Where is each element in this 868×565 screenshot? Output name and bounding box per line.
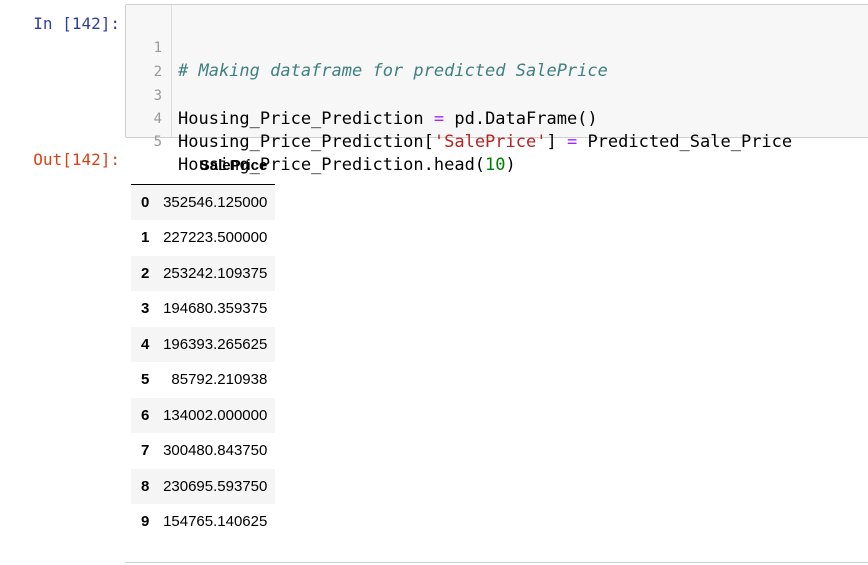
table-row: 9 154765.140625	[131, 504, 275, 540]
row-index: 1	[141, 229, 150, 246]
row-index: 3	[141, 300, 150, 317]
row-index: 9	[141, 513, 150, 530]
dataframe-table: SalePrice 0 352546.125000 1 227223.50000…	[131, 148, 276, 540]
cell-saleprice: 154765.140625	[163, 513, 268, 530]
cell-saleprice: 85792.210938	[171, 371, 268, 388]
code-text: Housing_Price_Prediction = pd.DataFrame(…	[178, 108, 598, 131]
column-header-saleprice: SalePrice	[155, 148, 276, 185]
code-string: 'SalePrice'	[433, 132, 547, 152]
index-header	[131, 148, 156, 185]
table-header-row: SalePrice	[131, 148, 276, 185]
table-row: 8 230695.593750	[131, 468, 276, 504]
code-line-1: 1 # Making dataframe for predicted SaleP…	[126, 14, 608, 81]
cell-divider	[125, 562, 868, 563]
code-text: # Making dataframe for predicted SalePri…	[178, 60, 608, 83]
row-index: 2	[141, 264, 150, 282]
cell-saleprice: 194680.359375	[163, 300, 268, 317]
row-index: 4	[141, 335, 150, 353]
table-row: 7 300480.843750	[131, 433, 275, 469]
code-token: Housing_Price_Prediction	[178, 109, 434, 129]
code-token: ]	[546, 132, 567, 152]
code-operator: =	[433, 109, 445, 129]
code-cell-editor[interactable]: 1 # Making dataframe for predicted SaleP…	[125, 4, 868, 175]
table-row: 5 85792.210938	[131, 362, 275, 398]
row-index: 7	[141, 442, 150, 459]
cell-saleprice: 227223.500000	[163, 229, 268, 246]
table-row: 2 253242.109375	[131, 255, 276, 291]
output-prompt: Out[142]:	[33, 150, 120, 169]
code-line-2: 2	[126, 38, 167, 80]
code-comment: # Making dataframe for predicted SalePri…	[178, 61, 608, 81]
row-index: 8	[141, 477, 150, 495]
cell-saleprice: 230695.593750	[163, 477, 268, 495]
code-line-3: 3 Housing_Price_Prediction = pd.DataFram…	[126, 62, 598, 129]
table-row: 3 194680.359375	[131, 291, 275, 327]
cell-saleprice: 253242.109375	[163, 264, 268, 282]
code-token: Predicted_Sale_Price	[577, 132, 793, 152]
code-number: 10	[485, 155, 506, 175]
code-token: )	[505, 155, 516, 175]
gutter-separator	[171, 5, 172, 137]
code-token: pd.DataFrame()	[444, 109, 598, 129]
cell-saleprice: 352546.125000	[163, 193, 268, 211]
cell-saleprice: 196393.265625	[163, 335, 268, 353]
cell-saleprice: 300480.843750	[163, 442, 268, 459]
dataframe-output: SalePrice 0 352546.125000 1 227223.50000…	[131, 148, 276, 540]
table-row: 6 134002.000000	[131, 397, 276, 433]
table-row: 1 227223.500000	[131, 220, 275, 256]
row-index: 0	[141, 193, 150, 211]
code-line-5: 5 Housing_Price_Prediction.head(10)	[126, 108, 516, 175]
cell-saleprice: 134002.000000	[163, 406, 268, 424]
table-row: 4 196393.265625	[131, 326, 276, 362]
code-line-4: 4 Housing_Price_Prediction['SalePrice'] …	[126, 85, 793, 152]
table-row: 0 352546.125000	[131, 184, 276, 220]
row-index: 6	[141, 406, 150, 424]
row-index: 5	[141, 371, 150, 388]
code-operator: =	[566, 132, 578, 152]
input-prompt: In [142]:	[33, 14, 120, 33]
